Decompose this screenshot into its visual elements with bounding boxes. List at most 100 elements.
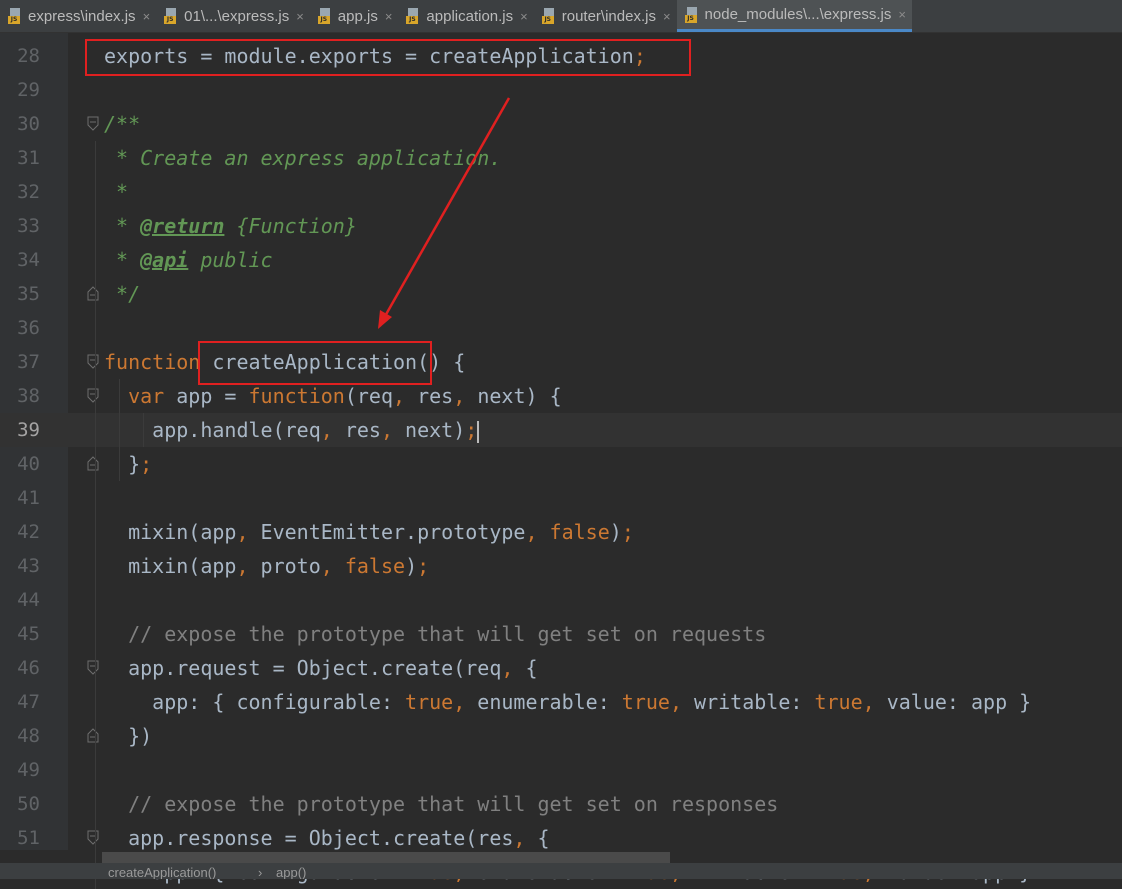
tab-label: node_modules\...\express.js — [704, 6, 892, 23]
fold-close-icon[interactable] — [87, 286, 99, 301]
fold-close-icon[interactable] — [87, 728, 99, 743]
fold-close-icon[interactable] — [87, 456, 99, 471]
line-number: 41 — [17, 487, 40, 509]
exports-highlight-box — [85, 39, 691, 76]
js-file-icon: JS — [684, 6, 699, 23]
code-token: true — [405, 690, 454, 714]
close-icon[interactable]: × — [385, 9, 393, 24]
code-text: * @api public — [104, 243, 273, 277]
code-line[interactable]: 38 var app = function(req, res, next) { — [0, 379, 1122, 413]
code-line[interactable]: 33 * @return {Function} — [0, 209, 1122, 243]
breadcrumb: createApplication() › app() — [0, 863, 1122, 879]
code-token: * — [104, 248, 141, 272]
tab-2[interactable]: JS app.js × — [310, 0, 399, 32]
code-line[interactable]: 36 — [0, 311, 1122, 345]
tab-3[interactable]: JS application.js × — [398, 0, 533, 32]
code-line[interactable]: 31 * Create an express application. — [0, 141, 1122, 175]
code-token: , — [525, 520, 538, 544]
breadcrumb-separator: › — [258, 865, 263, 879]
code-token: ; — [465, 418, 478, 442]
code-text: app.response = Object.create(res, { — [104, 821, 549, 855]
code-token: app.request = Object.create(req — [104, 656, 502, 680]
code-token: , — [501, 656, 514, 680]
code-line[interactable]: 48 }) — [0, 719, 1122, 753]
tab-label: application.js — [426, 7, 514, 25]
code-token: mixin(app — [104, 554, 237, 578]
close-icon[interactable]: × — [520, 9, 528, 24]
code-line[interactable]: 50 // expose the prototype that will get… — [0, 787, 1122, 821]
line-number: 29 — [17, 79, 40, 101]
code-token: function — [248, 384, 345, 408]
breadcrumb-item-createapplication[interactable]: createApplication() — [108, 865, 216, 879]
horizontal-scrollbar-thumb[interactable] — [102, 852, 670, 863]
code-token: function — [104, 350, 201, 374]
line-number: 38 — [17, 385, 40, 407]
code-editor[interactable]: 28 exports = module.exports = createAppli… — [0, 33, 1122, 889]
tab-1[interactable]: JS 01\...\express.js × — [156, 0, 310, 32]
code-token: public — [188, 248, 273, 272]
code-line[interactable]: 44 — [0, 583, 1122, 617]
fold-open-icon[interactable] — [87, 354, 99, 369]
line-number: 47 — [17, 691, 40, 713]
tab-label: 01\...\express.js — [184, 7, 290, 25]
code-text: app: { configurable: true, enumerable: t… — [104, 685, 1031, 719]
code-token: proto — [248, 554, 321, 578]
code-line[interactable]: 41 — [0, 481, 1122, 515]
code-token: , — [669, 690, 683, 714]
code-line[interactable]: 49 — [0, 753, 1122, 787]
code-token: (req — [344, 384, 394, 408]
close-icon[interactable]: × — [663, 9, 671, 24]
tab-4[interactable]: JS router\index.js × — [534, 0, 677, 32]
line-number: 40 — [17, 453, 40, 475]
code-line[interactable]: 32 * — [0, 175, 1122, 209]
line-number: 45 — [17, 623, 40, 645]
code-line[interactable]: 39 app.handle(req, res, next); — [0, 413, 1122, 447]
code-token: }) — [104, 724, 153, 748]
code-token: {Function} — [224, 214, 357, 238]
code-line[interactable]: 30 /** — [0, 107, 1122, 141]
code-line[interactable]: 46 app.request = Object.create(req, { — [0, 651, 1122, 685]
code-line[interactable]: 45 // expose the prototype that will get… — [0, 617, 1122, 651]
fold-open-icon[interactable] — [87, 660, 99, 675]
code-token: , — [320, 418, 333, 442]
tab-label: app.js — [337, 7, 378, 25]
code-line[interactable]: 29 — [0, 73, 1122, 107]
code-line[interactable]: 47 app: { configurable: true, enumerable… — [0, 685, 1122, 719]
tab-0[interactable]: JS express\index.js × — [0, 0, 156, 32]
tab-5[interactable]: JS node_modules\...\express.js × — [676, 0, 912, 32]
code-line[interactable]: 42 mixin(app, EventEmitter.prototype, fa… — [0, 515, 1122, 549]
code-text: mixin(app, EventEmitter.prototype, false… — [104, 515, 634, 549]
close-icon[interactable]: × — [296, 9, 304, 24]
code-token: ) — [609, 520, 622, 544]
code-token: , — [453, 690, 466, 714]
code-line[interactable]: 35 */ — [0, 277, 1122, 311]
close-icon[interactable]: × — [143, 9, 151, 24]
code-text: * — [104, 175, 128, 209]
indent-guide — [143, 413, 144, 447]
code-token: * — [104, 214, 141, 238]
js-file-icon: JS — [317, 8, 332, 24]
code-token: * — [104, 180, 129, 204]
code-line[interactable]: 51 app.response = Object.create(res, { — [0, 821, 1122, 855]
tab-label: router\index.js — [561, 7, 656, 25]
code-token: false — [549, 520, 610, 544]
fold-open-icon[interactable] — [87, 830, 99, 845]
breadcrumb-item-app[interactable]: app() — [276, 865, 306, 879]
code-token: */ — [104, 282, 141, 306]
code-token: mixin(app — [104, 520, 237, 544]
code-line[interactable]: 43 mixin(app, proto, false); — [0, 549, 1122, 583]
code-token: next) — [393, 418, 466, 442]
code-token: , — [320, 554, 333, 578]
code-token: } — [104, 452, 141, 476]
code-token: res — [332, 418, 381, 442]
code-line[interactable]: 40 }; — [0, 447, 1122, 481]
fold-open-icon[interactable] — [87, 388, 99, 403]
code-line[interactable]: 37 function createApplication() { — [0, 345, 1122, 379]
code-line[interactable]: 34 * @api public — [0, 243, 1122, 277]
code-text: // expose the prototype that will get se… — [104, 787, 778, 821]
fold-open-icon[interactable] — [87, 116, 99, 131]
line-number: 36 — [17, 317, 40, 339]
code-token: , — [380, 418, 394, 442]
close-icon[interactable]: × — [898, 7, 906, 22]
